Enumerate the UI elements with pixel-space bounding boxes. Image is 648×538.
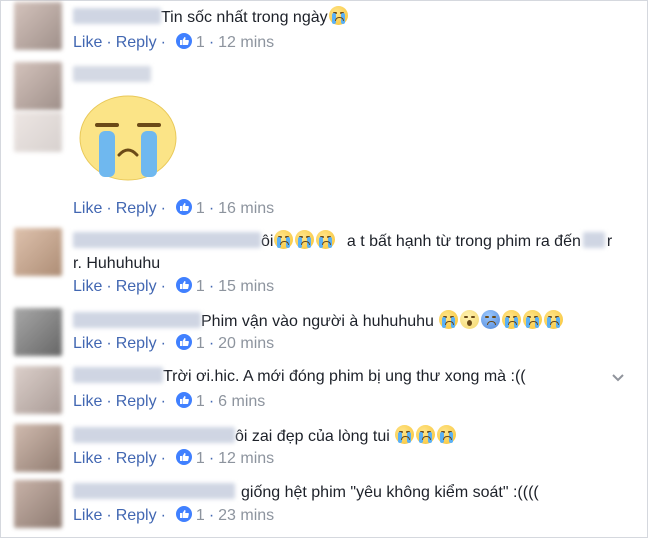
reply-button[interactable]: Reply — [116, 450, 157, 467]
avatar-blur — [14, 112, 62, 152]
comment-text: ôi — [261, 233, 274, 250]
crying-face-icon — [295, 230, 315, 249]
commenter-name[interactable] — [73, 8, 161, 24]
like-button[interactable]: Like — [73, 450, 102, 467]
like-button[interactable]: Like — [73, 278, 102, 295]
crying-face-icon — [523, 310, 543, 329]
commenter-name[interactable] — [73, 312, 201, 328]
avatar[interactable] — [14, 62, 62, 110]
like-icon[interactable] — [175, 33, 192, 49]
timestamp[interactable]: 6 mins — [218, 393, 265, 410]
crying-face-icon — [416, 425, 436, 444]
anxious-face-icon — [481, 310, 501, 329]
reply-button[interactable]: Reply — [116, 335, 157, 352]
timestamp[interactable]: 12 mins — [218, 450, 274, 467]
timestamp[interactable]: 12 mins — [218, 34, 274, 51]
crying-face-icon — [502, 310, 522, 329]
avatar[interactable] — [14, 424, 62, 472]
comment-text: giống hệt phim "yêu không kiểm soát" :((… — [241, 484, 539, 501]
comment-actions: Like · Reply · 1 · 16 mins — [73, 199, 275, 217]
crying-face-icon — [437, 425, 457, 444]
timestamp[interactable]: 23 mins — [218, 507, 274, 524]
avatar[interactable] — [14, 480, 62, 528]
reaction-count[interactable]: 1 — [196, 34, 205, 51]
reaction-count[interactable]: 1 — [196, 450, 205, 467]
comment-actions: Like · Reply · 1 · 23 mins — [73, 506, 275, 524]
comment-actions: Like · Reply · 1 · 20 mins — [73, 334, 275, 352]
comment-text: Tin sốc nhất trong ngày — [161, 9, 328, 26]
like-button[interactable]: Like — [73, 34, 102, 51]
like-icon[interactable] — [175, 277, 192, 293]
comment-actions: Like · Reply · 1 · 6 mins — [73, 392, 266, 410]
reaction-count[interactable]: 1 — [196, 200, 205, 217]
crying-face-icon — [274, 230, 294, 249]
like-button[interactable]: Like — [73, 393, 102, 410]
chevron-down-icon[interactable] — [611, 370, 625, 384]
commenter-name[interactable] — [73, 66, 151, 82]
commenter-name[interactable] — [73, 483, 235, 499]
crying-face-icon — [395, 425, 415, 444]
reply-button[interactable]: Reply — [116, 34, 157, 51]
comment-text-3: r. Huhuhuhu — [73, 255, 161, 272]
like-icon[interactable] — [175, 199, 192, 215]
like-icon[interactable] — [175, 334, 192, 350]
like-button[interactable]: Like — [73, 507, 102, 524]
timestamp[interactable]: 15 mins — [218, 278, 274, 295]
avatar[interactable] — [14, 2, 62, 50]
comment-actions: Like · Reply · 1 · 15 mins — [73, 277, 275, 295]
like-button[interactable]: Like — [73, 200, 102, 217]
comment-actions: Like · Reply · 1 · 12 mins — [73, 449, 275, 467]
reply-button[interactable]: Reply — [116, 200, 157, 217]
comment-text-2: a t bất hạnh từ trong phim ra đến — [346, 233, 581, 250]
avatar[interactable] — [14, 228, 62, 276]
commenter-name[interactable] — [73, 427, 235, 443]
crying-face-icon — [316, 230, 336, 249]
like-button[interactable]: Like — [73, 335, 102, 352]
commenter-name[interactable] — [73, 367, 163, 383]
screaming-face-icon — [460, 310, 480, 329]
redacted-text — [582, 232, 605, 248]
comment-actions: Like · Reply · 1 · 12 mins — [73, 33, 275, 51]
reply-button[interactable]: Reply — [116, 507, 157, 524]
crying-face-icon — [328, 6, 348, 25]
reaction-count[interactable]: 1 — [196, 507, 205, 524]
reaction-count[interactable]: 1 — [196, 335, 205, 352]
like-icon[interactable] — [175, 449, 192, 465]
reaction-count[interactable]: 1 — [196, 278, 205, 295]
timestamp[interactable]: 20 mins — [218, 335, 274, 352]
commenter-name[interactable] — [73, 232, 261, 248]
crying-face-icon — [544, 310, 564, 329]
timestamp[interactable]: 16 mins — [218, 200, 274, 217]
avatar[interactable] — [14, 366, 62, 414]
comment-text: Trời ơi.hic. A mới đóng phim bị ung thư … — [163, 368, 526, 385]
avatar[interactable] — [14, 308, 62, 356]
crying-face-icon — [439, 310, 459, 329]
comment-text: Phim vận vào người à huhuhuhu — [201, 313, 434, 330]
like-icon[interactable] — [175, 392, 192, 408]
comment-text: ôi zai đẹp của lòng tui — [235, 428, 390, 445]
reply-button[interactable]: Reply — [116, 393, 157, 410]
reaction-count[interactable]: 1 — [196, 393, 205, 410]
reply-button[interactable]: Reply — [116, 278, 157, 295]
crying-face-sticker-icon — [79, 95, 177, 181]
like-icon[interactable] — [175, 506, 192, 522]
